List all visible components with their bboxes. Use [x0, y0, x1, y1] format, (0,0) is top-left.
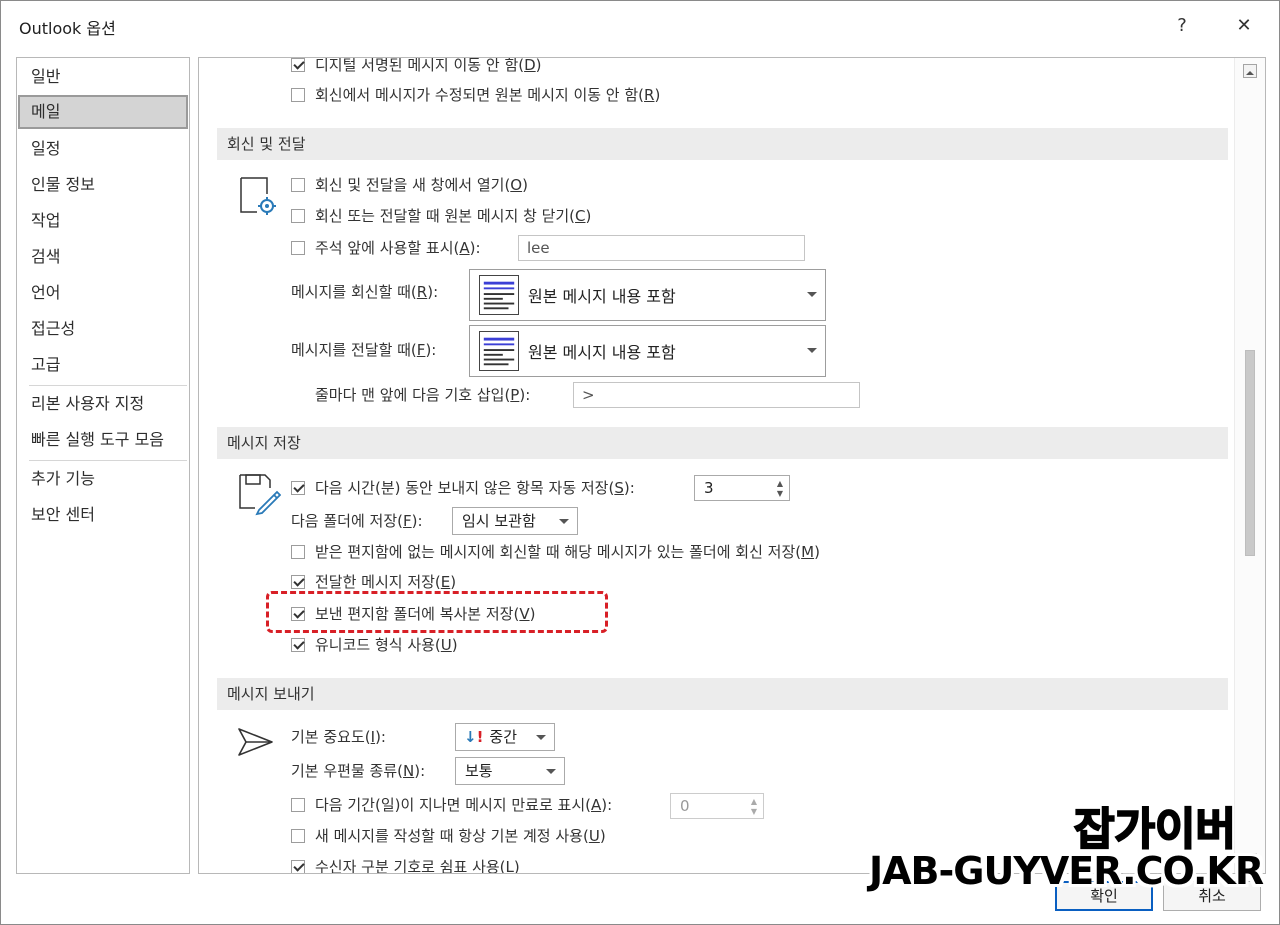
checkbox[interactable]	[291, 209, 305, 223]
forward-include-dropdown[interactable]: 원본 메시지 내용 포함	[469, 325, 826, 377]
nav-item-general[interactable]: 일반	[18, 60, 188, 94]
nav-item-advanced[interactable]: 고급	[18, 348, 188, 382]
reply-settings-icon	[240, 177, 276, 215]
spin-up-icon[interactable]: ▲	[775, 479, 785, 488]
nav-item-tasks[interactable]: 작업	[18, 204, 188, 238]
options-nav: 일반 메일 일정 인물 정보 작업 검색 언어 접근성 고급 리본 사용자 지정…	[16, 57, 190, 874]
expire-days-stepper[interactable]: 0 ▲ ▼	[670, 793, 764, 819]
autosave-minutes-stepper[interactable]: 3 ▲ ▼	[694, 475, 790, 501]
option-autosave[interactable]: 다음 시간(분) 동안 보내지 않은 항목 자동 저장(S):	[291, 476, 635, 500]
checkbox[interactable]	[291, 58, 305, 72]
spin-up-icon[interactable]: ▲	[749, 797, 759, 806]
save-folder-label: 다음 폴더에 저장(F):	[291, 512, 423, 530]
checkbox[interactable]	[291, 638, 305, 652]
section-header-send: 메시지 보내기	[217, 678, 1228, 710]
importance-label: 기본 중요도(I):	[291, 728, 386, 746]
spin-down-icon[interactable]: ▼	[775, 489, 785, 498]
nav-item-language[interactable]: 언어	[18, 276, 188, 310]
checkbox[interactable]	[291, 798, 305, 812]
nav-item-trust-center[interactable]: 보안 센터	[18, 498, 188, 532]
message-format-icon	[479, 275, 519, 315]
watermark-url: JAB-GUYVER.CO.KR	[869, 849, 1264, 893]
preface-input[interactable]: lee	[518, 235, 805, 261]
nav-item-search[interactable]: 검색	[18, 240, 188, 274]
save-folder-dropdown[interactable]: 임시 보관함	[452, 507, 578, 535]
chevron-down-icon	[559, 519, 569, 524]
importance-dropdown[interactable]: ↓! 중간	[455, 723, 555, 751]
dialog-title: Outlook 옵션	[19, 19, 116, 38]
section-header-save: 메시지 저장	[217, 427, 1228, 459]
option-open-new-window[interactable]: 회신 및 전달을 새 창에서 열기(O)	[291, 173, 528, 197]
prefix-input[interactable]: >	[573, 382, 860, 408]
arrow-down-icon: ↓	[464, 728, 477, 746]
nav-divider	[29, 385, 187, 386]
watermark-title: 잡가이버	[1073, 803, 1237, 856]
chevron-down-icon	[546, 769, 556, 774]
spin-down-icon[interactable]: ▼	[749, 807, 759, 816]
when-replying-label: 메시지를 회신할 때(R):	[291, 283, 439, 301]
save-edit-icon	[239, 474, 281, 516]
close-button[interactable]: ✕	[1231, 13, 1257, 39]
nav-item-people[interactable]: 인물 정보	[18, 168, 188, 202]
option-close-original[interactable]: 회신 또는 전달할 때 원본 메시지 창 닫기(C)	[291, 204, 591, 228]
checkbox[interactable]	[291, 860, 305, 873]
prefix-line-label: 줄마다 맨 앞에 다음 기호 삽입(P):	[315, 386, 531, 404]
mail-options-panel: 디지털 서명된 메시지 이동 안 함(D) 회신에서 메시지가 수정되면 원본 …	[198, 57, 1266, 874]
checkbox[interactable]	[291, 829, 305, 843]
checkbox[interactable]	[291, 88, 305, 102]
message-format-icon	[479, 331, 519, 371]
outlook-options-dialog: Outlook 옵션 ? ✕ 일반 메일 일정 인물 정보 작업 검색 언어 접…	[0, 0, 1280, 925]
chevron-down-icon	[807, 348, 817, 353]
checkbox[interactable]	[291, 545, 305, 559]
option-comma-separator[interactable]: 수신자 구분 기호로 쉼표 사용(L)	[291, 855, 520, 873]
exclamation-icon: !	[476, 728, 484, 746]
checkbox[interactable]	[291, 241, 305, 255]
nav-item-addins[interactable]: 추가 기능	[18, 462, 188, 496]
option-unicode[interactable]: 유니코드 형식 사용(U)	[291, 633, 458, 657]
option-expire[interactable]: 다음 기간(일)이 지나면 메시지 만료로 표시(A):	[291, 793, 612, 817]
nav-item-quick-access[interactable]: 빠른 실행 도구 모음	[18, 423, 188, 457]
scroll-up-button[interactable]	[1243, 64, 1257, 78]
reply-include-dropdown[interactable]: 원본 메시지 내용 포함	[469, 269, 826, 321]
option-digital-signature[interactable]: 디지털 서명된 메시지 이동 안 함(D)	[291, 58, 542, 77]
help-button[interactable]: ?	[1169, 13, 1195, 39]
chevron-down-icon	[536, 735, 546, 740]
vertical-scrollbar[interactable]	[1234, 58, 1265, 873]
chevron-down-icon	[807, 292, 817, 297]
checkbox[interactable]	[291, 481, 305, 495]
option-reply-in-folder[interactable]: 받은 편지함에 없는 메시지에 회신할 때 해당 메시지가 있는 폴더에 회신 …	[291, 540, 820, 564]
nav-item-accessibility[interactable]: 접근성	[18, 312, 188, 346]
sensitivity-label: 기본 우편물 종류(N):	[291, 762, 426, 780]
scroll-thumb[interactable]	[1245, 350, 1255, 556]
sensitivity-dropdown[interactable]: 보통	[455, 757, 565, 785]
nav-item-customize-ribbon[interactable]: 리본 사용자 지정	[18, 387, 188, 421]
nav-item-mail[interactable]: 메일	[18, 95, 188, 129]
when-forwarding-label: 메시지를 전달할 때(F):	[291, 341, 437, 359]
checkbox[interactable]	[291, 575, 305, 589]
option-modified-reply[interactable]: 회신에서 메시지가 수정되면 원본 메시지 이동 안 함(R)	[291, 83, 660, 107]
nav-divider	[29, 460, 187, 461]
section-header-reply: 회신 및 전달	[217, 128, 1228, 160]
checkbox[interactable]	[291, 178, 305, 192]
option-default-account[interactable]: 새 메시지를 작성할 때 항상 기본 계정 사용(U)	[291, 824, 606, 848]
option-preface-comments[interactable]: 주석 앞에 사용할 표시(A):	[291, 236, 481, 260]
send-icon	[238, 728, 273, 756]
triangle-up-icon	[1246, 71, 1254, 75]
highlight-annotation	[266, 591, 608, 633]
nav-item-calendar[interactable]: 일정	[18, 132, 188, 166]
